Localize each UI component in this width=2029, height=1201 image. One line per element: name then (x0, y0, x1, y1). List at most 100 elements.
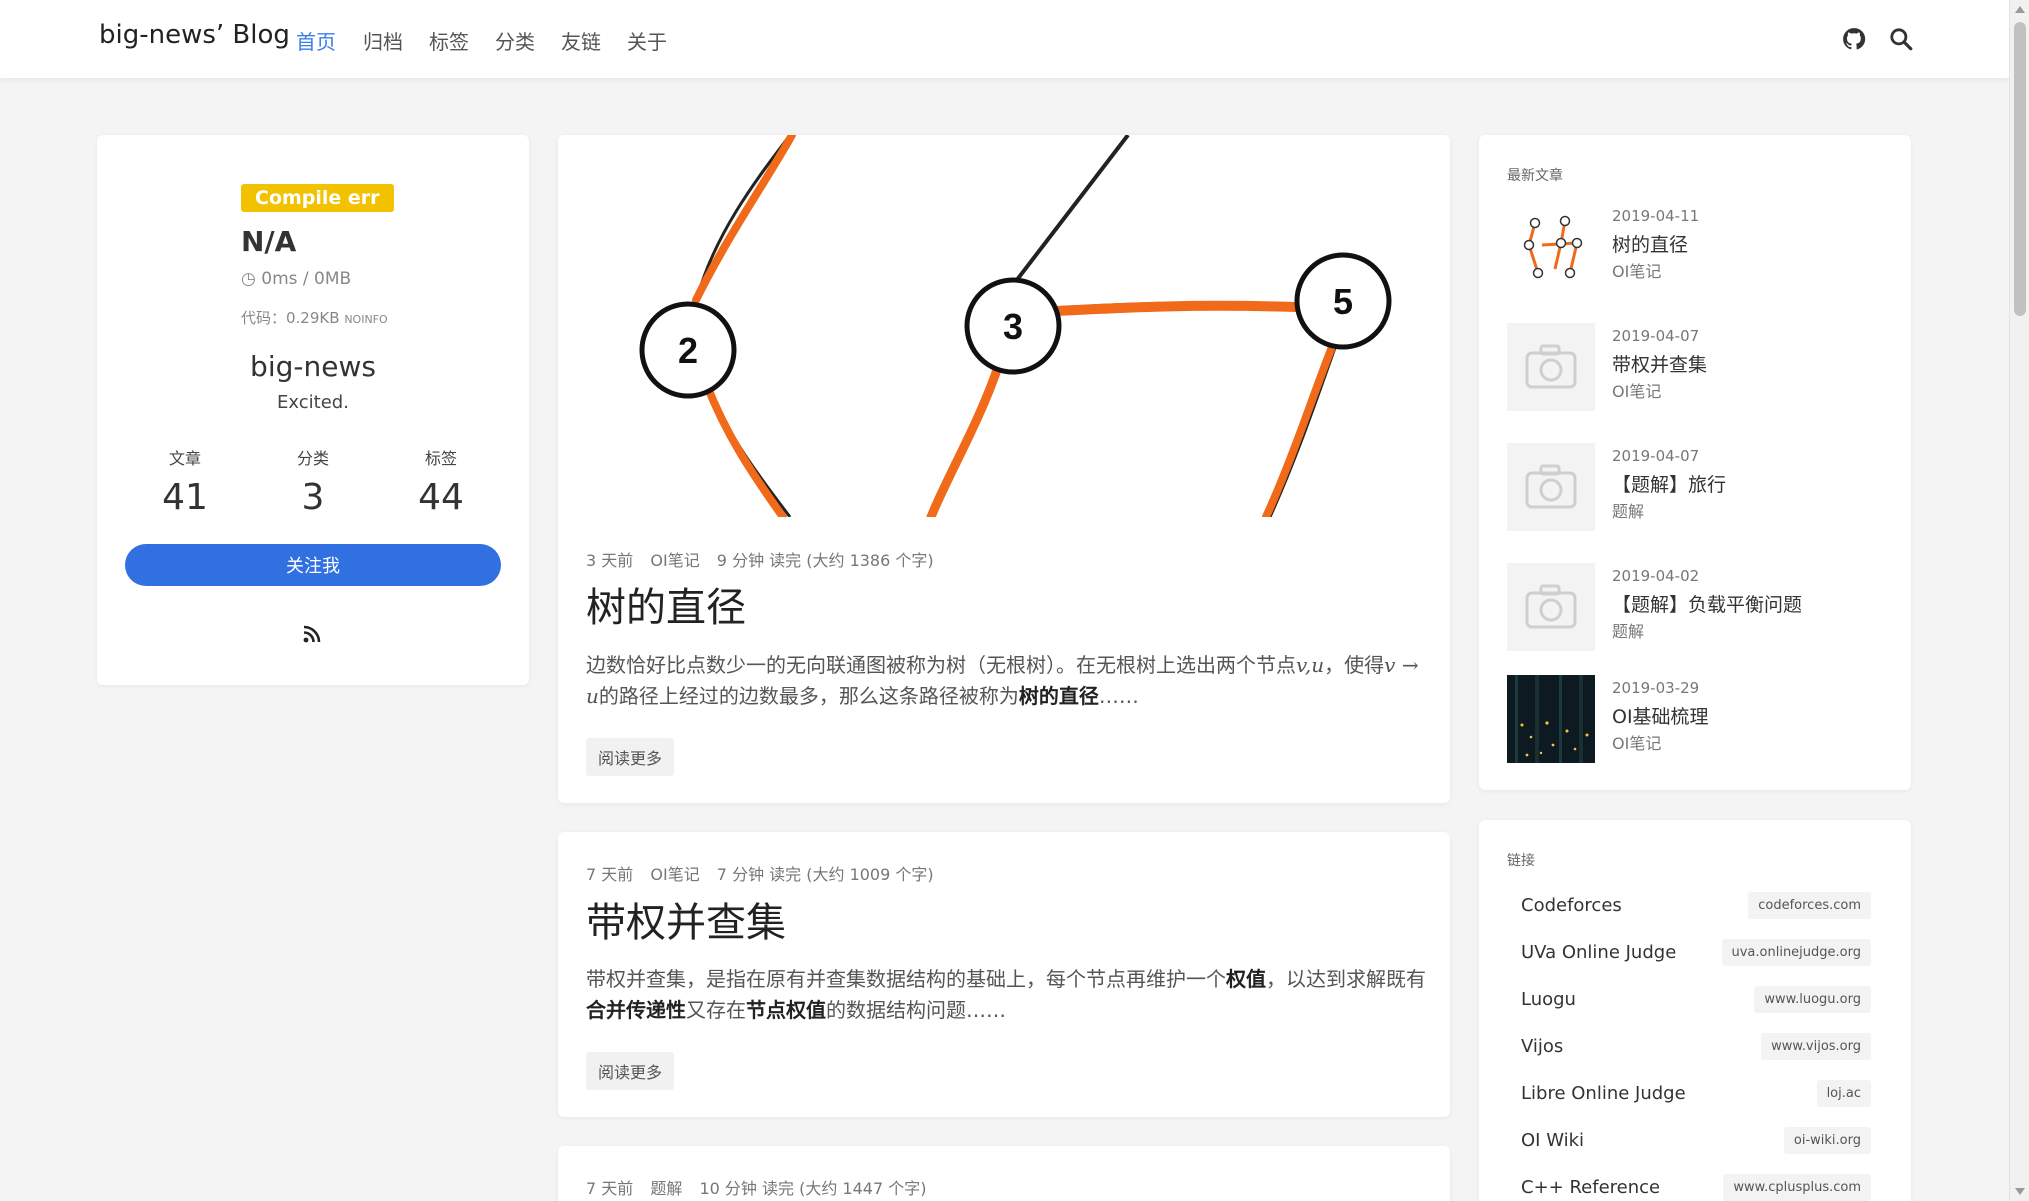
stat-value: 44 (418, 477, 464, 518)
code-size-text: 代码：0.29KB (241, 309, 340, 327)
recent-category-link[interactable]: OI笔记 (1612, 730, 1661, 754)
excerpt-bold: 合并传递性 (586, 998, 686, 1022)
link-item[interactable]: Vijos www.vijos.org (1521, 1031, 1871, 1065)
stat-label: 分类 (296, 449, 329, 468)
excerpt-bold: 权值 (1226, 967, 1266, 991)
post-card: 7 天前 OI笔记 7 分钟 读完 (大约 1009 个字) 带权并查集 带权并… (558, 832, 1450, 1117)
camera-placeholder-icon[interactable] (1507, 443, 1595, 531)
link-domain-tag: www.vijos.org (1761, 1033, 1871, 1060)
excerpt-text: 带权并查集，是指在原有并查集数据结构的基础上，每个节点再维护一个 (586, 967, 1226, 991)
recent-title-link[interactable]: 【题解】旅行 (1612, 470, 1726, 497)
author-name: big-news (250, 350, 376, 383)
link-item[interactable]: Luogu www.luogu.org (1521, 984, 1871, 1018)
recent-title-link[interactable]: 【题解】负载平衡问题 (1612, 590, 1802, 617)
node-label: 3 (1003, 306, 1023, 347)
post-cover-tree-diagram[interactable]: 2 3 5 (558, 135, 1450, 517)
post-title-link[interactable]: 带权并查集 (586, 890, 786, 948)
excerpt-text: 又存在 (686, 998, 746, 1022)
recent-item[interactable]: 2019-04-07 带权并查集 OI笔记 (1507, 323, 1887, 411)
recent-category-link[interactable]: OI笔记 (1612, 258, 1661, 282)
nav-categories[interactable]: 分类 (495, 26, 535, 55)
nav-about[interactable]: 关于 (627, 26, 667, 55)
link-item[interactable]: Codeforces codeforces.com (1521, 890, 1871, 924)
link-name: Libre Online Judge (1521, 1083, 1686, 1104)
link-domain-tag: uva.onlinejudge.org (1721, 939, 1871, 966)
nav-archive[interactable]: 归档 (363, 26, 403, 55)
link-item[interactable]: Libre Online Judge loj.ac (1521, 1078, 1871, 1112)
stat-value: 41 (162, 477, 208, 518)
recent-item[interactable]: 2019-04-07 【题解】旅行 题解 (1507, 443, 1887, 531)
page-scrollbar[interactable] (2009, 0, 2029, 1201)
stat-categories[interactable]: 分类 3 (253, 445, 373, 518)
recent-item[interactable]: 2019-03-29 OI基础梳理 OI笔记 (1507, 675, 1887, 763)
nav-friends[interactable]: 友链 (561, 26, 601, 55)
link-item[interactable]: OI Wiki oi-wiki.org (1521, 1125, 1871, 1159)
excerpt-text: 的路径上经过的边数最多，那么这条路径被称为 (598, 684, 1019, 708)
recent-title-link[interactable]: OI基础梳理 (1612, 702, 1709, 729)
post-category-link[interactable]: OI笔记 (650, 865, 699, 884)
post-card: 7 天前 题解 10 分钟 读完 (大约 1447 个字) (558, 1146, 1450, 1201)
excerpt-text: 的数据结构问题…… (826, 998, 1006, 1022)
github-icon[interactable] (1841, 26, 1867, 52)
scroll-down-icon[interactable] (2015, 1188, 2025, 1195)
author-desc: Excited. (277, 392, 349, 413)
score-value: N/A (241, 225, 297, 258)
time-memory-line: ◷ 0ms / 0MB (241, 269, 351, 289)
links-widget: 链接 Codeforces codeforces.com UVa Online … (1479, 820, 1911, 1201)
firefly-photo-thumb[interactable] (1507, 675, 1595, 763)
post-title-link[interactable]: 树的直径 (586, 575, 746, 633)
link-name: UVa Online Judge (1521, 942, 1677, 963)
camera-placeholder-icon[interactable] (1507, 323, 1595, 411)
recent-category-link[interactable]: OI笔记 (1612, 378, 1661, 402)
link-domain-tag: loj.ac (1816, 1080, 1871, 1107)
recent-category-link[interactable]: 题解 (1612, 618, 1644, 642)
stat-label: 文章 (168, 449, 201, 468)
post-time: 7 天前 (586, 1179, 634, 1198)
top-navbar: big-news’ Blog 首页 归档 标签 分类 友链 关于 (0, 0, 2009, 78)
tree-diagram-thumb[interactable] (1507, 203, 1595, 291)
recent-item[interactable]: 2019-04-11 树的直径 OI笔记 (1507, 203, 1887, 291)
recent-category-link[interactable]: 题解 (1612, 498, 1644, 522)
camera-placeholder-icon[interactable] (1507, 563, 1595, 651)
nav-home[interactable]: 首页 (296, 26, 336, 55)
stat-posts[interactable]: 文章 41 (125, 445, 245, 518)
excerpt-text: ，使得 (1324, 653, 1385, 677)
post-meta: 7 天前 OI笔记 7 分钟 读完 (大约 1009 个字) (586, 861, 946, 885)
site-brand[interactable]: big-news’ Blog (99, 20, 290, 50)
link-name: OI Wiki (1521, 1130, 1585, 1151)
link-domain-tag: www.luogu.org (1754, 986, 1871, 1013)
recent-title-link[interactable]: 树的直径 (1612, 230, 1688, 257)
recent-posts-widget: 最新文章 2019-04-11 树的直径 OI笔记 2019-04-07 带权并… (1479, 135, 1911, 790)
post-meta: 3 天前 OI笔记 9 分钟 读完 (大约 1386 个字) (586, 547, 946, 571)
post-excerpt: 边数恰好比点数少一的无向联通图被称为树（无根树）。在无根树上选出两个节点v,u，… (586, 650, 1426, 712)
follow-button[interactable]: 关注我 (125, 544, 501, 586)
read-more-button[interactable]: 阅读更多 (586, 738, 675, 776)
clock-icon: ◷ (241, 269, 256, 289)
scroll-thumb[interactable] (2014, 22, 2026, 316)
recent-date: 2019-04-07 (1612, 447, 1700, 465)
post-excerpt: 带权并查集，是指在原有并查集数据结构的基础上，每个节点再维护一个权值，以达到求解… (586, 964, 1426, 1026)
link-item[interactable]: C++ Reference www.cplusplus.com (1521, 1172, 1871, 1201)
nav-tags[interactable]: 标签 (429, 26, 469, 55)
rss-icon[interactable] (303, 625, 321, 643)
stat-value: 3 (301, 477, 325, 518)
excerpt-text: …… (1098, 684, 1139, 708)
read-more-button[interactable]: 阅读更多 (586, 1052, 675, 1090)
post-category-link[interactable]: OI笔记 (650, 551, 699, 570)
link-domain-tag: codeforces.com (1748, 892, 1871, 919)
excerpt-bold: 节点权值 (746, 998, 826, 1022)
time-memory-text: 0ms / 0MB (261, 269, 352, 289)
node-label: 2 (678, 330, 698, 371)
link-domain-tag: www.cplusplus.com (1723, 1174, 1871, 1201)
excerpt-bold: 树的直径 (1018, 684, 1099, 708)
post-read-time: 10 分钟 读完 (大约 1447 个字) (699, 1179, 927, 1198)
recent-item[interactable]: 2019-04-02 【题解】负载平衡问题 题解 (1507, 563, 1887, 651)
post-category-link[interactable]: 题解 (650, 1179, 682, 1198)
recent-title-link[interactable]: 带权并查集 (1612, 350, 1707, 377)
link-item[interactable]: UVa Online Judge uva.onlinejudge.org (1521, 937, 1871, 971)
excerpt-math: v,u (1296, 653, 1325, 677)
search-icon[interactable] (1888, 26, 1914, 52)
stat-tags[interactable]: 标签 44 (381, 445, 501, 518)
scroll-up-icon[interactable] (2015, 6, 2025, 13)
link-domain-tag: oi-wiki.org (1783, 1127, 1871, 1154)
